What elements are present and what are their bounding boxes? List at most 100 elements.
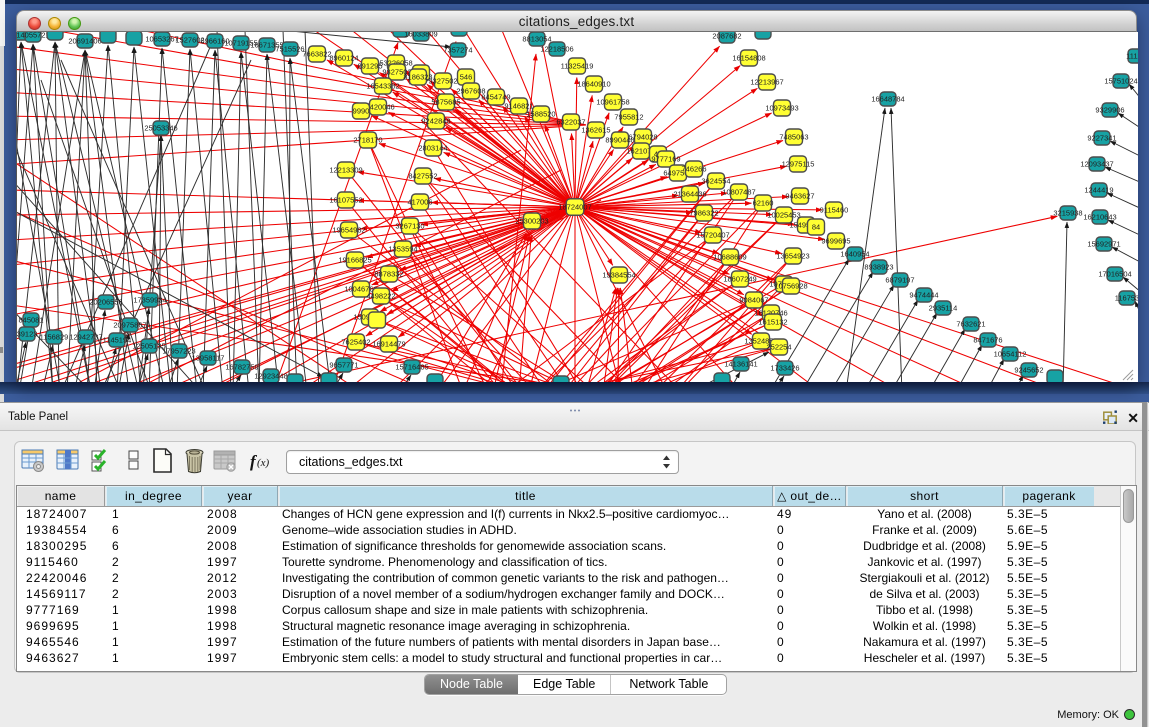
svg-text:1588520: 1588520: [526, 110, 555, 119]
svg-text:8427552: 8427552: [408, 172, 437, 181]
svg-text:9990: 9990: [353, 107, 370, 116]
svg-text:16107552: 16107552: [329, 196, 362, 205]
svg-text:12213309: 12213309: [329, 166, 362, 175]
svg-text:3215938: 3215938: [1053, 209, 1082, 218]
svg-text:1362615: 1362615: [581, 126, 610, 135]
svg-text:1244419: 1244419: [1084, 186, 1113, 195]
svg-text:8813054: 8813054: [522, 35, 551, 44]
svg-text:17016504: 17016504: [1098, 270, 1131, 279]
svg-text:4498222: 4498222: [366, 292, 395, 301]
svg-text:16154808: 16154808: [732, 54, 765, 63]
svg-text:2935114: 2935114: [929, 304, 958, 313]
svg-text:17359934: 17359934: [133, 296, 166, 305]
svg-text:1733426: 1733426: [770, 364, 799, 373]
svg-text:15716485: 15716485: [395, 363, 428, 372]
svg-text:16782759: 16782759: [225, 363, 258, 372]
svg-text:7515526: 7515526: [275, 45, 304, 54]
svg-text:20975867: 20975867: [113, 321, 146, 330]
svg-text:19384554: 19384554: [602, 271, 635, 280]
svg-text:84: 84: [812, 223, 820, 232]
svg-text:20206556: 20206556: [89, 298, 122, 307]
svg-text:546: 546: [460, 73, 473, 82]
svg-text:11325419: 11325419: [561, 62, 594, 71]
svg-text:25053346: 25053346: [144, 124, 177, 133]
svg-text:12923448: 12923448: [254, 372, 287, 381]
svg-text:12505135: 12505135: [132, 342, 165, 351]
svg-text:9227341: 9227341: [1087, 134, 1116, 143]
svg-text:21364436: 21364436: [673, 190, 706, 199]
svg-text:15751024: 15751024: [1104, 77, 1137, 86]
svg-text:16033809: 16033809: [404, 32, 437, 39]
svg-text:9327502: 9327502: [428, 77, 457, 86]
svg-text:252254: 252254: [766, 343, 791, 352]
svg-text:13654923: 13654923: [776, 252, 809, 261]
svg-text:15692971: 15692971: [1087, 240, 1120, 249]
svg-text:7357274: 7357274: [443, 46, 472, 55]
svg-text:9474444: 9474444: [909, 291, 938, 300]
svg-text:8878332: 8878332: [374, 270, 403, 279]
svg-text:12975115: 12975115: [782, 160, 815, 169]
svg-text:12213967: 12213967: [750, 78, 783, 87]
svg-text:12218506: 12218506: [540, 45, 573, 54]
svg-text:3267130: 3267130: [395, 222, 424, 231]
svg-text:9242848: 9242848: [421, 117, 450, 126]
svg-text:(x): (x): [257, 457, 270, 469]
svg-text:39123: 39123: [17, 330, 37, 339]
svg-text:9463627: 9463627: [785, 192, 814, 201]
svg-text:10688609: 10688609: [713, 253, 746, 262]
svg-text:1145194: 1145194: [103, 336, 132, 345]
svg-text:10756928: 10756928: [774, 282, 807, 291]
svg-text:19166825: 19166825: [338, 256, 371, 265]
svg-text:7986322: 7986322: [689, 209, 718, 218]
svg-text:7663822: 7663822: [302, 50, 331, 59]
svg-text:10807487: 10807487: [722, 188, 755, 197]
svg-text:18607249: 18607249: [723, 275, 756, 284]
svg-text:6879197: 6879197: [885, 276, 914, 285]
svg-text:746266: 746266: [681, 165, 706, 174]
svg-text:1640954: 1640954: [840, 250, 869, 259]
svg-text:6794028: 6794028: [628, 133, 657, 142]
svg-text:18640910: 18640910: [577, 80, 610, 89]
svg-text:15720407: 15720407: [696, 231, 729, 240]
svg-text:12093437: 12093437: [1080, 160, 1113, 169]
svg-text:2718170: 2718170: [353, 136, 382, 145]
svg-text:8471676: 8471676: [973, 336, 1002, 345]
svg-text:10025453: 10025453: [767, 211, 800, 220]
svg-text:1156829: 1156829: [40, 333, 69, 342]
svg-text:7485063: 7485063: [779, 133, 808, 142]
svg-text:9245652: 9245652: [1014, 366, 1043, 375]
svg-text:16914479: 16914479: [372, 340, 405, 349]
svg-text:7955812: 7955812: [614, 113, 643, 122]
svg-text:1615132: 1615132: [758, 318, 787, 327]
svg-text:13958117: 13958117: [192, 354, 225, 363]
svg-text:116753: 116753: [1115, 294, 1138, 303]
svg-text:845081: 845081: [18, 316, 43, 325]
svg-text:7625402: 7625402: [341, 338, 370, 347]
svg-text:14055721: 14055721: [17, 32, 50, 40]
svg-text:8938923: 8938923: [864, 263, 893, 272]
svg-text:3624554: 3624554: [701, 177, 730, 186]
svg-text:5875685: 5875685: [431, 98, 460, 107]
svg-text:18724007: 18724007: [558, 203, 591, 212]
svg-text:20691406: 20691406: [68, 37, 101, 46]
svg-text:16210643: 16210643: [1083, 213, 1116, 222]
svg-text:8960124: 8960124: [329, 54, 358, 63]
svg-text:12942737: 12942737: [69, 333, 102, 342]
svg-text:16543382: 16543382: [366, 82, 399, 91]
svg-text:9329906: 9329906: [1095, 106, 1124, 115]
svg-text:417006: 417006: [407, 198, 432, 207]
svg-text:8454749: 8454749: [481, 93, 510, 102]
svg-text:10654112: 10654112: [994, 350, 1027, 359]
svg-text:25300203: 25300203: [515, 217, 548, 226]
svg-text:9084067: 9084067: [739, 296, 768, 305]
svg-text:9699695: 9699695: [821, 237, 850, 246]
svg-text:1353594: 1353594: [388, 245, 417, 254]
svg-text:62160: 62160: [753, 199, 774, 208]
svg-text:10653267: 10653267: [145, 35, 178, 44]
svg-text:2087682: 2087682: [712, 32, 741, 41]
svg-text:16648784: 16648784: [871, 95, 904, 104]
svg-text:9657771: 9657771: [329, 361, 358, 370]
svg-text:2803144: 2803144: [418, 144, 447, 153]
svg-text:10973493: 10973493: [765, 104, 798, 113]
svg-text:9115460: 9115460: [820, 206, 849, 215]
